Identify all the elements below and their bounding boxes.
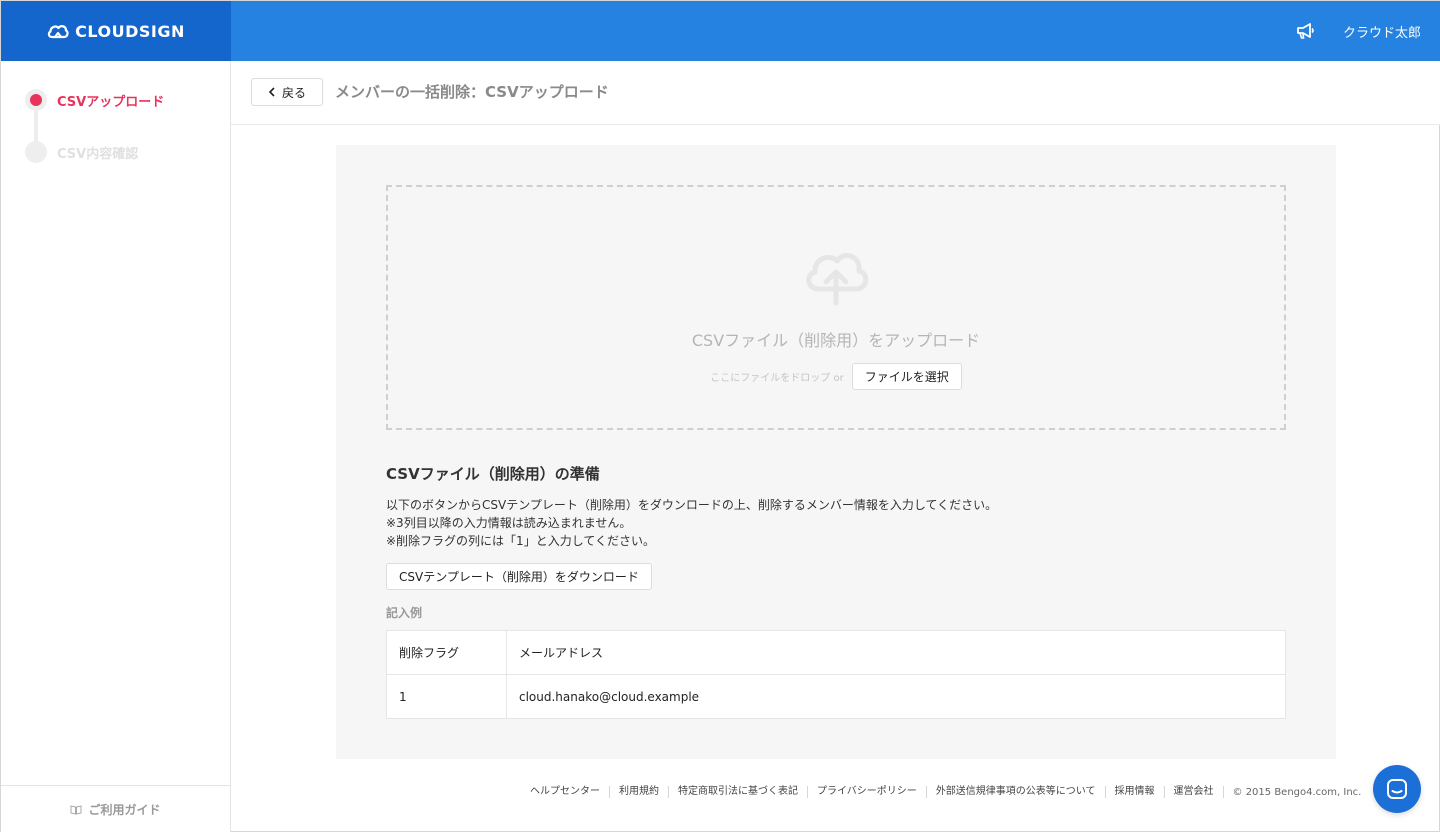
step-csv-upload: CSVアップロード [25, 89, 164, 111]
guide-label: ご利用ガイド [88, 803, 161, 817]
chat-icon [1387, 779, 1407, 799]
dropzone-title: CSVファイル（削除用）をアップロード [691, 331, 981, 350]
page-header: 戻る メンバーの一括削除：CSVアップロード [231, 61, 1440, 125]
table-row: 1 cloud.hanako@cloud.example [386, 674, 1286, 719]
step-indicator-inactive [25, 141, 47, 163]
user-menu[interactable]: クラウド太郎 [1343, 22, 1421, 41]
chevron-left-icon [268, 87, 275, 97]
table-header-cell: 削除フラグ [386, 630, 507, 675]
footer-link-careers[interactable]: 採用情報 [1106, 786, 1165, 798]
dropzone-actions: ここにファイルをドロップ or ファイルを選択 [710, 363, 962, 390]
sidebar: CSVアップロード CSV内容確認 ご利用ガイド [1, 61, 231, 832]
instruction-line: 以下のボタンからCSVテンプレート（削除用）をダウンロードの上、削除するメンバー… [386, 498, 998, 512]
prep-title: CSVファイル（削除用）の準備 [386, 465, 600, 483]
table-header-cell: メールアドレス [506, 630, 1286, 675]
brand-logo[interactable]: CLOUDSIGN [1, 1, 231, 61]
example-table: 削除フラグ メールアドレス 1 cloud.hanako@cloud.examp… [386, 630, 1286, 719]
top-header: CLOUDSIGN クラウド太郎 [1, 1, 1440, 61]
file-dropzone[interactable]: CSVファイル（削除用）をアップロード ここにファイルをドロップ or ファイル… [386, 185, 1286, 430]
upload-panel: CSVファイル（削除用）をアップロード ここにファイルをドロップ or ファイル… [336, 145, 1336, 759]
usage-guide-link[interactable]: ご利用ガイド [1, 785, 230, 832]
footer-link-company[interactable]: 運営会社 [1165, 786, 1224, 798]
step-label: CSVアップロード [57, 94, 165, 110]
cloud-logo-icon [47, 25, 69, 39]
header-actions: クラウド太郎 [1295, 1, 1421, 61]
step-connector [34, 111, 38, 145]
footer-link-external-transmission[interactable]: 外部送信規律事項の公表等について [927, 786, 1106, 798]
footer-link-terms[interactable]: 利用規約 [610, 786, 669, 798]
page-title: メンバーの一括削除：CSVアップロード [335, 83, 609, 101]
footer: ヘルプセンター 利用規約 特定商取引法に基づく表記 プライバシーポリシー 外部送… [521, 786, 1361, 798]
table-header-row: 削除フラグ メールアドレス [386, 630, 1286, 675]
back-button[interactable]: 戻る [251, 78, 323, 106]
megaphone-icon[interactable] [1295, 22, 1315, 40]
chat-button[interactable] [1373, 765, 1421, 813]
footer-link-commerce-law[interactable]: 特定商取引法に基づく表記 [669, 786, 808, 798]
step-label: CSV内容確認 [57, 146, 139, 162]
step-indicator-active [25, 89, 47, 111]
drop-hint: ここにファイルをドロップ or [710, 373, 844, 384]
instruction-note: ※3列目以降の入力情報は読み込まれません。 [386, 516, 632, 530]
example-label: 記入例 [386, 606, 423, 620]
table-cell: 1 [386, 674, 507, 719]
copyright: © 2015 Bengo4.com, Inc. [1232, 786, 1362, 798]
cloud-upload-icon [806, 253, 869, 306]
instruction-note: ※削除フラグの列には「1」と入力してください。 [386, 534, 655, 548]
footer-link-privacy[interactable]: プライバシーポリシー [808, 786, 927, 798]
back-label: 戻る [281, 85, 306, 100]
footer-link-help[interactable]: ヘルプセンター [521, 786, 610, 798]
table-cell: cloud.hanako@cloud.example [506, 674, 1286, 719]
book-icon [70, 804, 82, 815]
brand-name: CLOUDSIGN [75, 21, 185, 41]
select-file-button[interactable]: ファイルを選択 [851, 363, 962, 390]
download-template-button[interactable]: CSVテンプレート（削除用）をダウンロード [386, 563, 652, 590]
prep-instructions: 以下のボタンからCSVテンプレート（削除用）をダウンロードの上、削除するメンバー… [386, 496, 997, 550]
step-csv-confirm: CSV内容確認 [25, 141, 138, 163]
app-window: CLOUDSIGN クラウド太郎 CSVアップロード CSV内容確認 ご利用ガイ… [0, 0, 1440, 832]
